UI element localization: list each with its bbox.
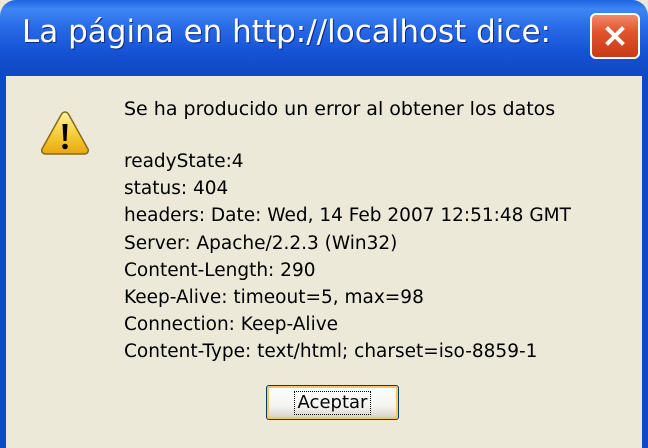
error-message: Se ha producido un error al obtener los …	[124, 98, 556, 120]
ok-button-label: Aceptar	[293, 390, 372, 415]
detail-line: Connection: Keep-Alive	[124, 314, 339, 336]
close-button[interactable]	[590, 13, 640, 59]
alert-dialog: La página en http://localhost dice: Se h…	[0, 0, 648, 448]
detail-line: Keep-Alive: timeout=5, max=98	[124, 286, 424, 308]
detail-line: Content-Length: 290	[124, 259, 316, 281]
window-frame-right	[642, 76, 648, 448]
dialog-title: La página en http://localhost dice:	[22, 14, 551, 50]
detail-line: readyState:4	[124, 151, 244, 172]
window-frame-left	[0, 76, 6, 448]
error-details: readyState:4 status: 404 headers: Date: …	[124, 148, 571, 366]
detail-line: headers: Date: Wed, 14 Feb 2007 12:51:48…	[124, 205, 571, 227]
detail-line: Server: Apache/2.2.3 (Win32)	[124, 232, 398, 254]
detail-line: status: 404	[124, 178, 229, 200]
ok-button[interactable]: Aceptar	[266, 385, 399, 420]
title-bar[interactable]: La página en http://localhost dice:	[0, 0, 648, 76]
detail-line: Content-Type: text/html; charset=iso-885…	[124, 341, 538, 363]
close-icon	[605, 26, 625, 46]
warning-icon	[41, 111, 89, 155]
